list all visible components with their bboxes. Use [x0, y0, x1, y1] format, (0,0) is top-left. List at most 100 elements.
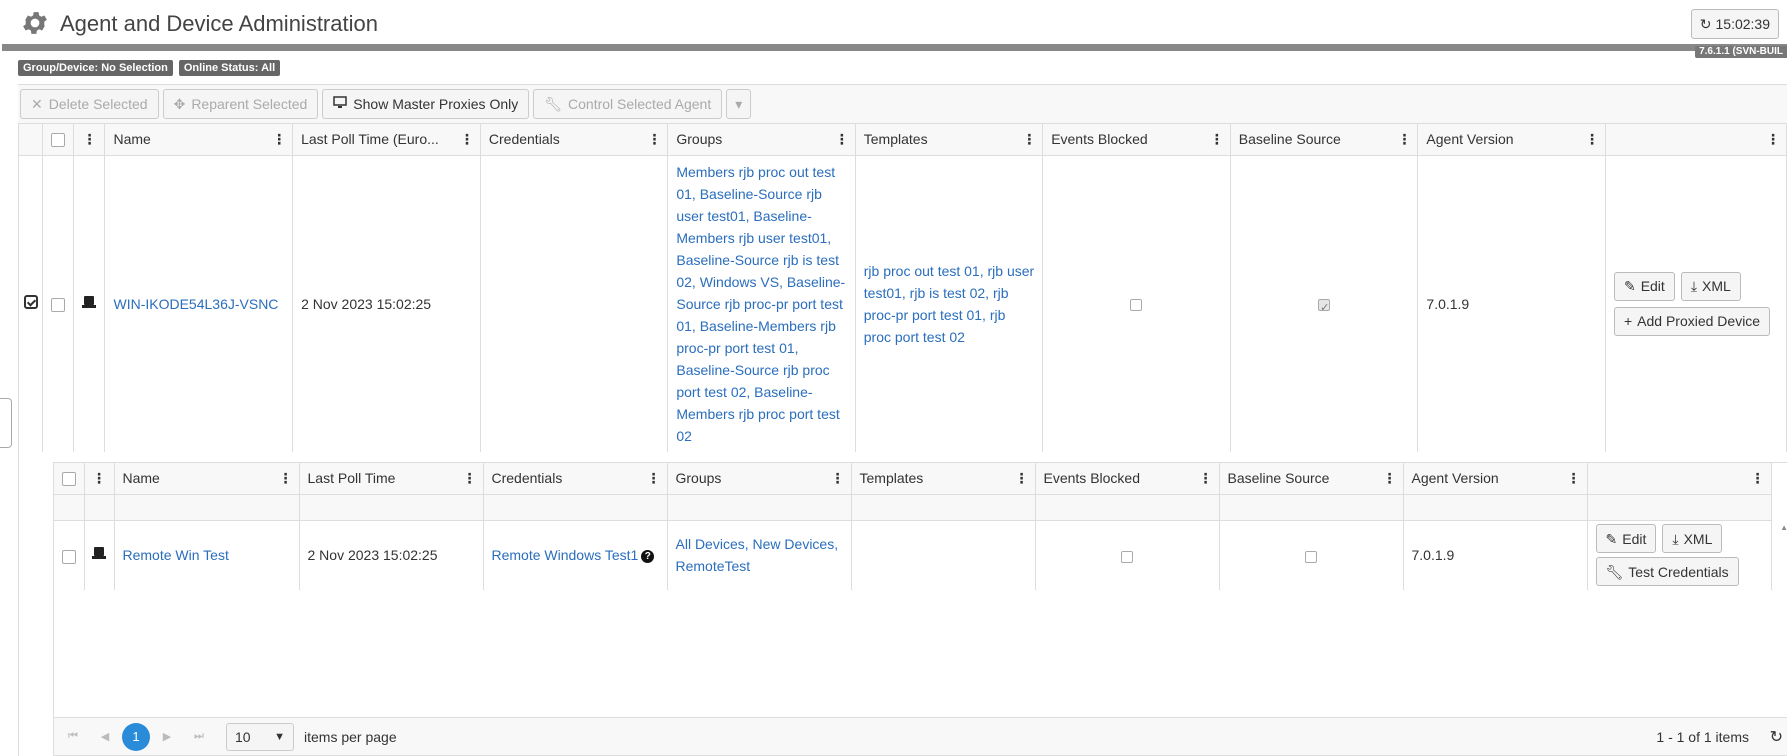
filter-row: [54, 494, 1772, 521]
column-header-name[interactable]: Name ⋮: [104, 124, 294, 156]
xml-button[interactable]: ⤓ XML: [1662, 524, 1723, 554]
plus-icon: +: [1623, 313, 1633, 330]
events-blocked-cell: [1042, 155, 1231, 452]
kebab-icon[interactable]: ⋮: [647, 131, 661, 148]
last-page-button[interactable]: ⏭: [184, 722, 214, 752]
kebab-icon[interactable]: ⋮: [831, 470, 845, 487]
actions-cell: ✎ Edit ⤓ XML + Add Proxied Device: [1605, 155, 1787, 452]
column-header-label: Events Blocked: [1043, 470, 1141, 487]
collapse-row-toggle[interactable]: [23, 294, 38, 309]
row-select-checkbox[interactable]: [61, 549, 76, 564]
test-credentials-button[interactable]: 🔧︎ Test Credentials: [1595, 557, 1739, 587]
credentials-cell: Remote Windows Test1?: [483, 520, 668, 590]
control-selected-agent-button[interactable]: 🔧︎ Control Selected Agent: [533, 89, 723, 119]
column-header-baseline-source[interactable]: Baseline Source ⋮: [1219, 463, 1404, 495]
kebab-icon: ⋮: [92, 469, 106, 486]
refresh-clock-button[interactable]: ↻ 15:02:39: [1690, 9, 1779, 39]
per-page-select[interactable]: 10 ▼: [226, 722, 294, 751]
kebab-icon[interactable]: ⋮: [1022, 131, 1036, 148]
progress-bar: [2, 44, 1787, 51]
proxied-header-row: ⋮ Name ⋮ Last Poll Time ⋮ Credentials ⋮ Gro…: [54, 463, 1772, 495]
first-page-button[interactable]: ⏮: [58, 722, 88, 752]
column-header-agent-version[interactable]: Agent Version ⋮: [1417, 124, 1606, 156]
delete-selected-button[interactable]: ✕ Delete Selected: [20, 89, 159, 119]
proxied-device-grid: ⋮ Name ⋮ Last Poll Time ⋮ Credentials ⋮ Gro…: [53, 462, 1787, 756]
filter-cell: [114, 494, 300, 521]
device-icon: [92, 546, 106, 560]
column-header-baseline-source[interactable]: Baseline Source ⋮: [1230, 124, 1419, 156]
kebab-icon[interactable]: ⋮: [272, 131, 286, 148]
edit-button[interactable]: ✎ Edit: [1595, 524, 1657, 554]
column-header-label: Baseline Source: [1238, 131, 1341, 148]
agent-version-cell: 7.0.1.9: [1417, 155, 1606, 452]
select-all-checkbox[interactable]: [61, 472, 76, 487]
edit-button[interactable]: ✎ Edit: [1613, 271, 1675, 301]
page-button-current[interactable]: 1: [122, 722, 150, 751]
kebab-icon[interactable]: ⋮: [1585, 131, 1599, 148]
control-dropdown-button[interactable]: ▾: [726, 89, 752, 119]
xml-button[interactable]: ⤓ XML: [1680, 271, 1741, 301]
kebab-icon[interactable]: ⋮: [647, 470, 661, 487]
select-all-header: [54, 463, 85, 495]
column-header-templates[interactable]: Templates ⋮: [855, 124, 1044, 156]
show-master-proxies-button[interactable]: Show Master Proxies Only: [322, 89, 530, 119]
filter-cell: [483, 494, 668, 521]
device-name-link[interactable]: Remote Win Test: [123, 547, 229, 563]
column-header-agent-version[interactable]: Agent Version ⋮: [1403, 463, 1588, 495]
column-menu-header[interactable]: ⋮: [73, 124, 106, 156]
groups-cell[interactable]: Members rjb proc out test 01, Baseline-S…: [667, 155, 856, 452]
next-page-button[interactable]: ▶: [152, 722, 182, 752]
kebab-icon[interactable]: ⋮: [1210, 131, 1224, 148]
kebab-icon[interactable]: ⋮: [279, 470, 293, 487]
gear-icon: [23, 12, 47, 34]
scrollbar-arrow-icon[interactable]: ▲: [1780, 523, 1787, 532]
templates-cell[interactable]: rjb proc out test 01, rjb user test01, r…: [855, 155, 1044, 452]
pager: ⏮ ◀ 1 ▶ ⏭ 10 ▼ items per page 1 - 1 of 1…: [54, 717, 1787, 755]
kebab-icon[interactable]: ⋮: [460, 131, 474, 148]
kebab-icon[interactable]: ⋮: [1397, 131, 1411, 148]
groups-cell[interactable]: All Devices, New Devices, RemoteTest: [667, 520, 852, 590]
column-header-credentials[interactable]: Credentials ⋮: [483, 463, 668, 495]
side-panel-handle[interactable]: [0, 398, 12, 448]
kebab-icon[interactable]: ⋮: [1567, 470, 1581, 487]
question-icon[interactable]: ?: [641, 550, 655, 564]
pager-info: 1 - 1 of 1 items: [1656, 729, 1749, 745]
refresh-icon[interactable]: ↻: [1770, 727, 1783, 747]
column-header-name[interactable]: Name ⋮: [114, 463, 300, 495]
kebab-icon[interactable]: ⋮: [1015, 470, 1029, 487]
column-menu-header[interactable]: ⋮: [84, 463, 115, 495]
column-header-groups[interactable]: Groups ⋮: [667, 463, 852, 495]
column-header-last-poll[interactable]: Last Poll Time (Euro... ⋮: [292, 124, 481, 156]
baseline-source-checkbox: [1318, 297, 1331, 319]
reparent-selected-button[interactable]: ✥ Reparent Selected: [162, 89, 319, 119]
column-header-label: Name: [113, 131, 151, 148]
last-poll-cell: 2 Nov 2023 15:02:25: [292, 155, 481, 452]
device-type-cell: [84, 520, 115, 590]
kebab-icon[interactable]: ⋮: [1383, 470, 1397, 487]
kebab-icon[interactable]: ⋮: [463, 470, 477, 487]
pencil-icon: ✎: [1605, 530, 1618, 547]
column-header-label: Credentials: [491, 470, 563, 487]
wrench-icon: 🔧︎: [1605, 563, 1624, 580]
column-header-events-blocked[interactable]: Events Blocked ⋮: [1042, 124, 1231, 156]
column-header-credentials[interactable]: Credentials ⋮: [480, 124, 669, 156]
table-row: WIN-IKODE54L36J-VSNC 2 Nov 2023 15:02:25…: [19, 155, 1787, 452]
column-header-groups[interactable]: Groups ⋮: [667, 124, 856, 156]
column-header-templates[interactable]: Templates ⋮: [851, 463, 1036, 495]
kebab-icon[interactable]: ⋮: [1199, 470, 1213, 487]
kebab-icon[interactable]: ⋮: [835, 131, 849, 148]
column-header-events-blocked[interactable]: Events Blocked ⋮: [1035, 463, 1220, 495]
edit-label: Edit: [1640, 278, 1665, 295]
credentials-link[interactable]: Remote Windows Test1: [492, 547, 639, 563]
kebab-icon[interactable]: ⋮: [1751, 470, 1765, 487]
version-badge: 7.6.1.1 (SVN-BUIL: [1695, 46, 1787, 58]
add-proxied-device-button[interactable]: + Add Proxied Device: [1613, 306, 1771, 336]
prev-page-button[interactable]: ◀: [90, 722, 120, 752]
row-select-checkbox[interactable]: [51, 298, 66, 313]
next-page-icon: ▶: [162, 731, 172, 743]
select-all-checkbox[interactable]: [51, 133, 66, 148]
last-page-icon: ⏭: [194, 730, 204, 742]
column-header-last-poll[interactable]: Last Poll Time ⋮: [299, 463, 484, 495]
device-name-link[interactable]: WIN-IKODE54L36J-VSNC: [113, 296, 278, 312]
kebab-icon[interactable]: ⋮: [1766, 131, 1780, 148]
